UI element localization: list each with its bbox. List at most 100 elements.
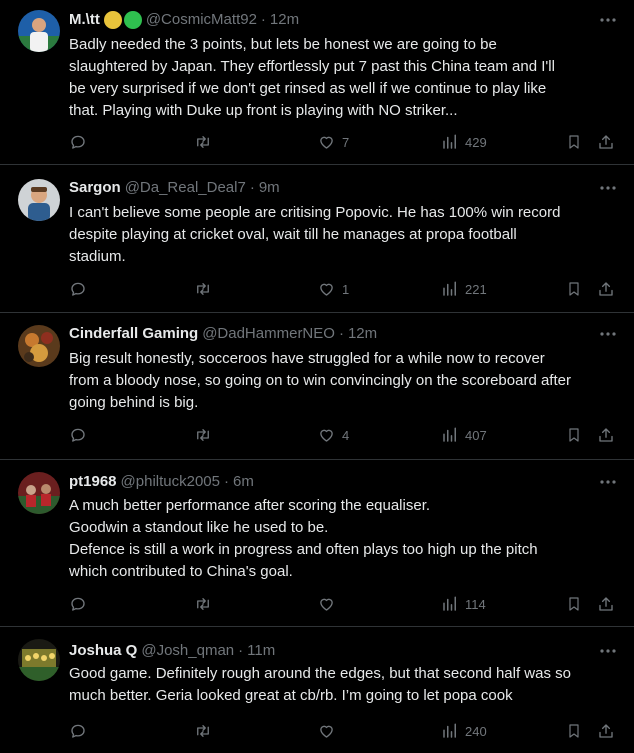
timestamp[interactable]: 11m bbox=[247, 640, 275, 662]
share-button[interactable] bbox=[597, 593, 615, 615]
tweet-text-line: going behind is big. bbox=[69, 394, 199, 411]
avatar[interactable] bbox=[18, 10, 60, 52]
like-button[interactable]: 7 bbox=[317, 131, 349, 153]
heart-icon bbox=[320, 429, 333, 442]
avatar[interactable] bbox=[18, 639, 60, 681]
author-name[interactable]: Cinderfall Gaming bbox=[69, 323, 198, 345]
reply-icon bbox=[71, 428, 85, 442]
repost-icon bbox=[197, 725, 209, 737]
bookmark-button[interactable] bbox=[566, 720, 582, 742]
bookmark-button[interactable] bbox=[566, 131, 582, 153]
views-button[interactable]: 240 bbox=[441, 720, 487, 742]
share-icon bbox=[599, 428, 613, 442]
repost-button[interactable] bbox=[193, 720, 213, 742]
views-chart-icon bbox=[443, 134, 456, 149]
tweet[interactable]: M.\tt @CosmicMatt92 · 12m Badly needed t… bbox=[0, 0, 634, 165]
share-icon bbox=[599, 597, 613, 611]
bookmark-icon bbox=[569, 135, 579, 149]
bookmark-button[interactable] bbox=[566, 424, 582, 446]
like-count: 7 bbox=[342, 134, 350, 150]
bookmark-button[interactable] bbox=[566, 593, 582, 615]
view-count: 221 bbox=[465, 281, 487, 297]
reply-button[interactable] bbox=[69, 424, 87, 446]
repost-icon bbox=[197, 136, 209, 148]
like-button[interactable] bbox=[317, 720, 336, 742]
reply-icon bbox=[71, 282, 85, 296]
bookmark-icon bbox=[569, 597, 579, 611]
like-button[interactable]: 4 bbox=[317, 424, 349, 446]
reply-icon bbox=[71, 724, 85, 738]
share-icon bbox=[599, 135, 613, 149]
heart-icon bbox=[320, 598, 333, 611]
timestamp[interactable]: 12m bbox=[270, 9, 299, 31]
views-button[interactable]: 221 bbox=[441, 278, 487, 300]
tweet-text-line: despite playing at cricket oval, wait ti… bbox=[69, 226, 517, 243]
like-button[interactable]: 1 bbox=[317, 278, 349, 300]
tweet-text: Good game. Definitely rough around the e… bbox=[69, 663, 620, 707]
author-name[interactable]: pt1968 bbox=[69, 471, 117, 493]
author-name[interactable]: Sargon bbox=[69, 177, 121, 199]
share-icon bbox=[599, 724, 613, 738]
tweet[interactable]: Sargon @Da_Real_Deal7 · 9m I can't belie… bbox=[0, 165, 634, 313]
timestamp[interactable]: 12m bbox=[348, 323, 377, 345]
view-count: 429 bbox=[465, 134, 487, 150]
bookmark-icon bbox=[569, 282, 579, 296]
share-button[interactable] bbox=[597, 424, 615, 446]
author-handle[interactable]: @DadHammerNEO bbox=[202, 323, 335, 345]
tweet[interactable]: pt1968 @philtuck2005 · 6m A much better … bbox=[0, 460, 634, 627]
tweet-text: Badly needed the 3 points, but lets be h… bbox=[69, 34, 620, 122]
tweet-text-line: which contributed to China's goal. bbox=[69, 563, 293, 580]
tweet[interactable]: Joshua Q @Josh_qman · 11m Good game. Def… bbox=[0, 627, 634, 753]
share-button[interactable] bbox=[597, 278, 615, 300]
reply-button[interactable] bbox=[69, 593, 87, 615]
more-options-icon[interactable] bbox=[598, 10, 618, 30]
share-button[interactable] bbox=[597, 720, 615, 742]
more-options-icon[interactable] bbox=[598, 178, 618, 198]
repost-button[interactable] bbox=[193, 593, 213, 615]
like-count: 1 bbox=[342, 281, 350, 297]
repost-icon bbox=[197, 429, 209, 441]
heart-icon bbox=[320, 725, 333, 738]
avatar[interactable] bbox=[18, 472, 60, 514]
tweet-text: I can't believe some people are critisin… bbox=[69, 202, 620, 268]
tweet-text-line: much better. Geria looked great at cb/rb… bbox=[69, 687, 513, 704]
reply-button[interactable] bbox=[69, 278, 87, 300]
author-handle[interactable]: @philtuck2005 bbox=[121, 471, 220, 493]
avatar[interactable] bbox=[18, 325, 60, 367]
author-handle[interactable]: @Da_Real_Deal7 bbox=[125, 177, 246, 199]
author-name[interactable]: Joshua Q bbox=[69, 640, 137, 662]
heart-icon bbox=[320, 283, 333, 296]
reply-button[interactable] bbox=[69, 131, 87, 153]
like-button[interactable] bbox=[317, 593, 336, 615]
tweet[interactable]: Cinderfall Gaming @DadHammerNEO · 12m Bi… bbox=[0, 313, 634, 460]
timestamp[interactable]: 6m bbox=[233, 471, 254, 493]
tweet-text-line: Badly needed the 3 points, but lets be h… bbox=[69, 36, 497, 53]
repost-button[interactable] bbox=[193, 131, 213, 153]
repost-icon bbox=[197, 598, 209, 610]
views-button[interactable]: 114 bbox=[441, 593, 486, 615]
more-options-icon[interactable] bbox=[598, 641, 618, 661]
more-options-icon[interactable] bbox=[598, 324, 618, 344]
views-button[interactable]: 407 bbox=[441, 424, 487, 446]
bookmark-icon bbox=[569, 428, 579, 442]
author-handle[interactable]: @CosmicMatt92 bbox=[146, 9, 257, 31]
separator-dot: · bbox=[224, 473, 229, 490]
reply-button[interactable] bbox=[69, 720, 87, 742]
views-chart-icon bbox=[443, 281, 456, 296]
timestamp[interactable]: 9m bbox=[259, 177, 280, 199]
author-handle[interactable]: @Josh_qman bbox=[141, 640, 234, 662]
separator-dot: · bbox=[260, 11, 266, 28]
share-button[interactable] bbox=[597, 131, 615, 153]
more-options-icon[interactable] bbox=[598, 472, 618, 492]
view-count: 114 bbox=[465, 596, 486, 612]
view-count: 240 bbox=[465, 723, 487, 739]
author-name[interactable]: M.\tt bbox=[69, 9, 100, 31]
tweet-text-line: A much better performance after scoring … bbox=[69, 497, 431, 514]
avatar[interactable] bbox=[18, 179, 60, 221]
tweet-text-line: be very surprised if we don't get rinsed… bbox=[69, 80, 547, 97]
views-button[interactable]: 429 bbox=[441, 131, 487, 153]
bookmark-button[interactable] bbox=[566, 278, 582, 300]
tweet-text-line: that. Playing with Duke up front is play… bbox=[69, 102, 458, 119]
repost-button[interactable] bbox=[193, 424, 213, 446]
repost-button[interactable] bbox=[193, 278, 213, 300]
